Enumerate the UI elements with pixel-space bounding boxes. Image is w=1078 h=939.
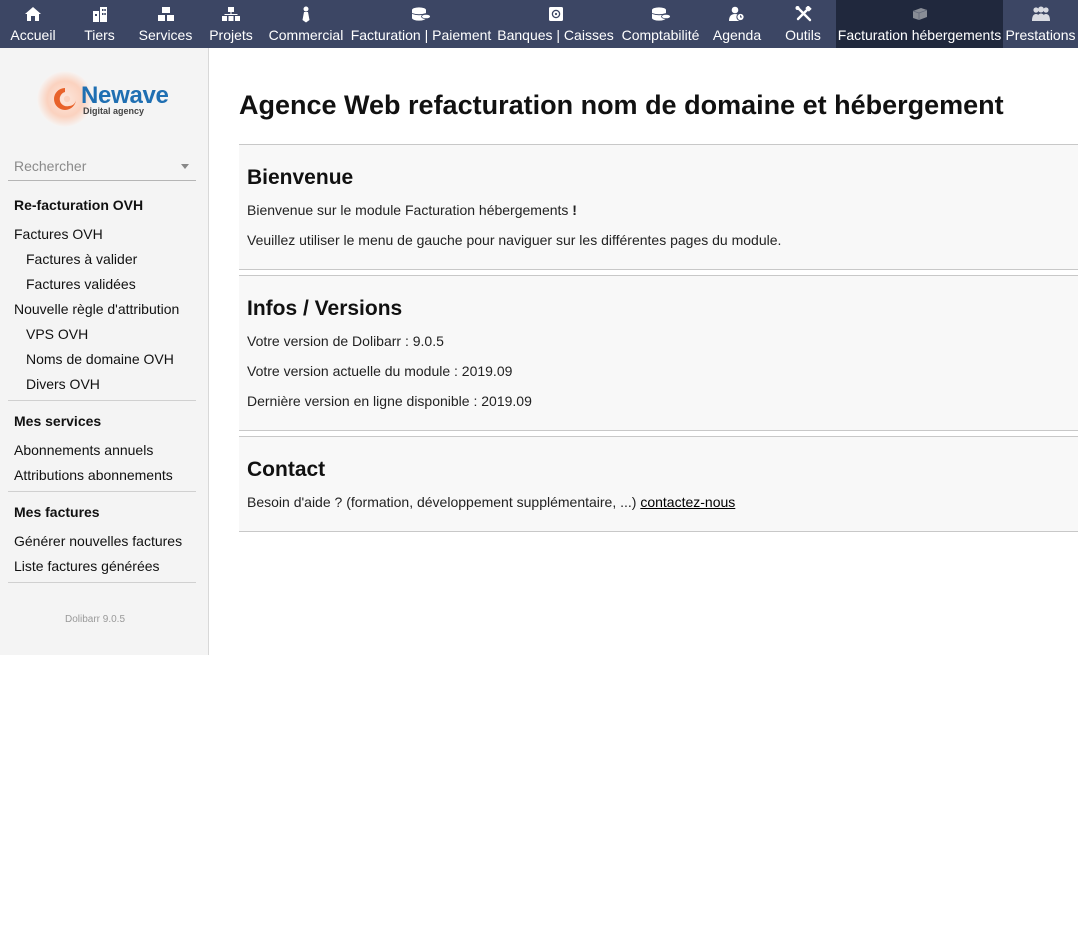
topmenu-label: Facturation | Paiement xyxy=(350,27,492,43)
menu-divider xyxy=(8,491,196,492)
topmenu-label: Commercial xyxy=(268,27,344,43)
infos-versions-section: Infos / Versions Votre version de Doliba… xyxy=(239,275,1078,431)
topmenu-label: Prestations xyxy=(1005,27,1076,43)
bienvenue-line: Bienvenue sur le module Facturation hébe… xyxy=(247,202,569,218)
logo-tagline: Digital agency xyxy=(83,106,145,116)
left-sidebar: Newave Digital agency Rechercher Re-fact… xyxy=(0,48,209,655)
menu-item-noms-domaine-ovh[interactable]: Noms de domaine OVH xyxy=(26,351,174,368)
menu-item-factures-validees[interactable]: Factures validées xyxy=(26,276,136,293)
topmenu-services[interactable]: Services xyxy=(133,0,198,48)
menu-divider xyxy=(8,400,196,401)
topmenu-projets[interactable]: Projets xyxy=(198,0,264,48)
chevron-down-icon[interactable] xyxy=(181,164,189,169)
section-title-refacturation: Re-facturation OVH xyxy=(14,197,144,213)
topmenu-label: Banques | Caisses xyxy=(497,27,614,43)
module-version-text: Votre version actuelle du module : 2019.… xyxy=(247,363,513,379)
newave-logo[interactable]: Newave Digital agency xyxy=(37,71,169,127)
navigation-hint: Veuillez utiliser le menu de gauche pour… xyxy=(247,232,782,248)
coins-icon xyxy=(617,6,704,22)
topmenu-label: Agenda xyxy=(712,27,762,43)
bienvenue-section: Bienvenue Bienvenue sur le module Factur… xyxy=(239,144,1078,270)
topmenu-facturation-paiement[interactable]: Facturation | Paiement xyxy=(348,0,494,48)
topmenu-prestations[interactable]: Prestations xyxy=(1003,0,1078,48)
dolibarr-version: Dolibarr 9.0.5 xyxy=(64,614,126,625)
bienvenue-heading: Bienvenue xyxy=(247,166,354,189)
menu-item-factures-ovh[interactable]: Factures OVH xyxy=(14,226,103,243)
topmenu-label: Services xyxy=(138,27,193,43)
contact-help-text: Besoin d'aide ? (formation, développemen… xyxy=(247,494,641,510)
tools-icon xyxy=(770,6,836,22)
online-version-text: Dernière version en ligne disponible : 2… xyxy=(247,393,532,409)
topmenu-agenda[interactable]: Agenda xyxy=(704,0,770,48)
sitemap-icon xyxy=(198,6,264,22)
infos-heading: Infos / Versions xyxy=(247,297,403,320)
topmenu-facturation-hebergements[interactable]: Facturation hébergements xyxy=(836,0,1003,48)
menu-item-vps-ovh[interactable]: VPS OVH xyxy=(26,326,88,343)
contact-section: Contact Besoin d'aide ? (formation, déve… xyxy=(239,436,1078,532)
section-title-mes-services: Mes services xyxy=(14,413,102,429)
bienvenue-text: Bienvenue sur le module Facturation hébe… xyxy=(247,202,577,219)
topmenu-label: Tiers xyxy=(84,27,115,43)
user-clock-icon xyxy=(704,6,770,22)
topmenu-label: Accueil xyxy=(10,27,56,43)
swirl-icon xyxy=(54,88,76,110)
users-icon xyxy=(1003,6,1078,22)
bienvenue-exclamation: ! xyxy=(568,202,577,218)
menu-item-factures-a-valider[interactable]: Factures à valider xyxy=(26,251,137,268)
topmenu-banques-caisses[interactable]: Banques | Caisses xyxy=(494,0,617,48)
search-select[interactable]: Rechercher xyxy=(8,154,196,181)
coins-icon xyxy=(348,6,494,22)
menu-divider xyxy=(8,582,196,583)
contact-link[interactable]: contactez-nous xyxy=(640,494,735,510)
tie-icon xyxy=(264,6,348,23)
topmenu-outils[interactable]: Outils xyxy=(770,0,836,48)
topmenu-accueil[interactable]: Accueil xyxy=(0,0,66,48)
contact-text: Besoin d'aide ? (formation, développemen… xyxy=(247,494,735,511)
cube-icon xyxy=(836,6,1003,22)
page-title: Agence Web refacturation nom de domaine … xyxy=(239,90,1004,120)
menu-item-generer-factures[interactable]: Générer nouvelles factures xyxy=(14,533,182,550)
safe-icon xyxy=(494,6,617,22)
building-icon xyxy=(66,6,133,22)
topmenu-label: Facturation hébergements xyxy=(837,27,1002,43)
menu-item-attributions-abonnements[interactable]: Attributions abonnements xyxy=(14,467,173,484)
section-title-mes-factures: Mes factures xyxy=(14,504,100,520)
top-menu-bar: Accueil Tiers Services Projets Commercia… xyxy=(0,0,1078,48)
topmenu-label: Comptabilité xyxy=(621,27,700,43)
menu-item-divers-ovh[interactable]: Divers OVH xyxy=(26,376,100,393)
menu-item-abonnements-annuels[interactable]: Abonnements annuels xyxy=(14,442,153,459)
topmenu-comptabilite[interactable]: Comptabilité xyxy=(617,0,704,48)
boxes-icon xyxy=(133,6,198,22)
topmenu-tiers[interactable]: Tiers xyxy=(66,0,133,48)
topmenu-commercial[interactable]: Commercial xyxy=(264,0,348,48)
contact-heading: Contact xyxy=(247,458,326,481)
topmenu-label: Projets xyxy=(209,27,253,43)
dolibarr-version-text: Votre version de Dolibarr : 9.0.5 xyxy=(247,333,444,349)
search-placeholder: Rechercher xyxy=(14,158,87,174)
menu-item-liste-factures[interactable]: Liste factures générées xyxy=(14,558,160,575)
menu-item-nouvelle-regle[interactable]: Nouvelle règle d'attribution xyxy=(14,301,179,318)
home-icon xyxy=(0,6,66,22)
topmenu-label: Outils xyxy=(785,27,821,43)
